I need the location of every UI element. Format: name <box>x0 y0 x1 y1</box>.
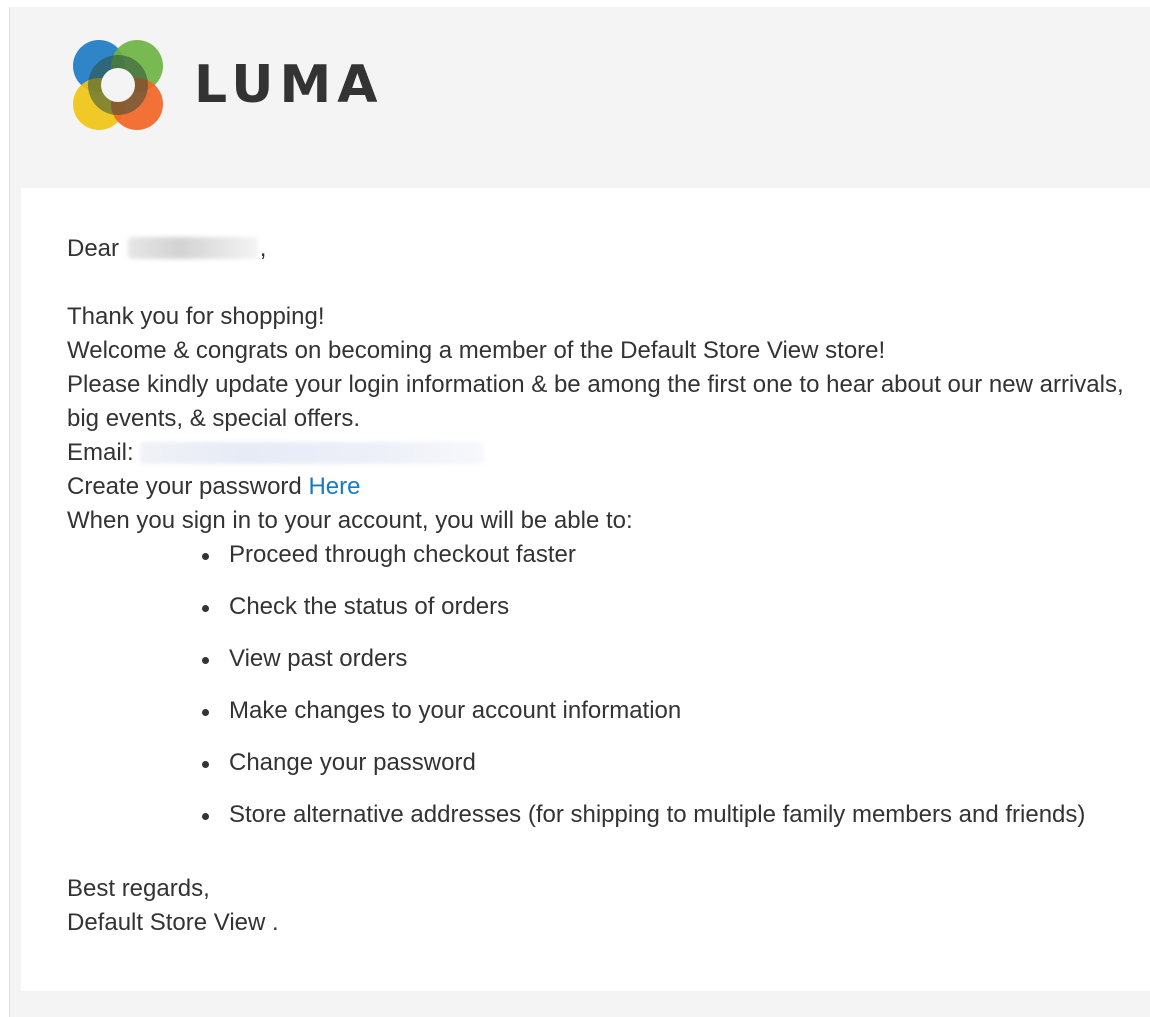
benefit-text: Change your password <box>229 749 476 776</box>
create-password-line: Create your password Here <box>67 470 1137 504</box>
greeting: Dear , <box>67 232 1137 266</box>
benefits-list: Proceed through checkout faster Check th… <box>67 538 1137 850</box>
sign-in-intro: When you sign in to your account, you wi… <box>67 507 633 534</box>
list-item: Make changes to your account information <box>67 694 1137 746</box>
logo-text: LUMA <box>194 55 384 115</box>
luma-logo: LUMA <box>70 37 384 133</box>
bullet-icon <box>202 657 209 664</box>
redacted-customer-name <box>127 237 258 259</box>
email-body: Dear , Thank you for shopping! Welcome &… <box>21 188 1150 991</box>
email-message: Dear , Thank you for shopping! Welcome &… <box>67 232 1137 940</box>
list-item: Check the status of orders <box>67 590 1137 642</box>
benefit-text: Proceed through checkout faster <box>229 541 576 568</box>
email-header: LUMA <box>10 7 1150 187</box>
benefit-text: View past orders <box>229 645 408 672</box>
email-label: Email: <box>67 439 134 466</box>
redacted-email-address <box>139 442 484 464</box>
signature-line: Default Store View . <box>67 909 279 936</box>
list-item: View past orders <box>67 642 1137 694</box>
list-item: Proceed through checkout faster <box>67 538 1137 590</box>
bullet-icon <box>202 709 209 716</box>
thanks-line: Thank you for shopping! <box>67 303 325 330</box>
luma-logo-icon <box>73 40 163 130</box>
benefit-text: Make changes to your account information <box>229 697 682 724</box>
create-password-link[interactable]: Here <box>308 473 360 500</box>
greeting-suffix: , <box>259 235 267 262</box>
list-item: Change your password <box>67 746 1137 798</box>
bullet-icon <box>202 605 209 612</box>
bullet-icon <box>202 553 209 560</box>
benefit-text: Check the status of orders <box>229 593 510 620</box>
closing-line: Best regards, <box>67 875 210 902</box>
update-line: Please kindly update your login informat… <box>67 371 1124 432</box>
bullet-icon <box>202 761 209 768</box>
list-item: Store alternative addresses (for shippin… <box>67 798 1137 850</box>
bullet-icon <box>202 813 209 820</box>
greeting-prefix: Dear <box>67 235 120 262</box>
email-line: Email: <box>67 436 1137 470</box>
benefit-text: Store alternative addresses (for shippin… <box>229 801 1086 828</box>
create-password-text: Create your password <box>67 473 302 500</box>
welcome-line: Welcome & congrats on becoming a member … <box>67 337 886 364</box>
email-frame: LUMA Dear , Thank you for shopping! Welc… <box>9 7 1150 1017</box>
